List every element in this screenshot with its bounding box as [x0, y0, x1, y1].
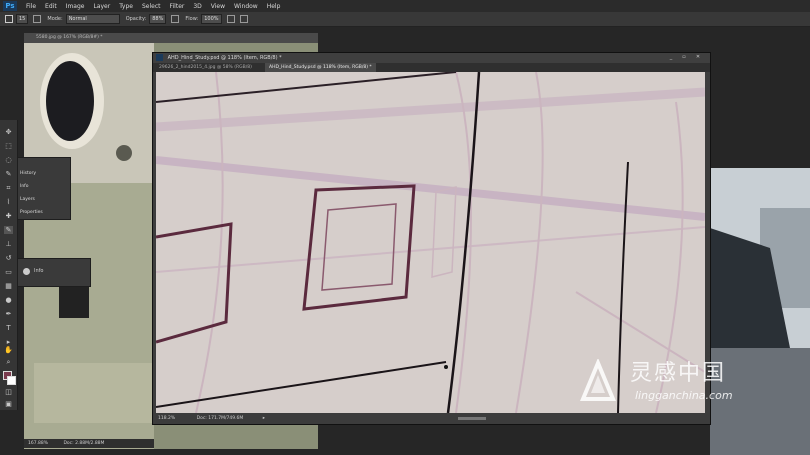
airbrush-icon[interactable] [226, 15, 235, 23]
quick-select-tool-icon[interactable]: ✎ [4, 170, 13, 178]
brush-preset-icon[interactable] [5, 15, 13, 23]
status-menu-arrow-icon[interactable]: ▸ [263, 416, 265, 421]
minimize-icon[interactable]: _ [667, 54, 675, 61]
scrollbar-thumb[interactable] [458, 417, 486, 420]
reference-doc-size: Doc: 2.88M/2.88M [63, 441, 105, 446]
reference-status-bar: 167.88% Doc: 2.88M/2.88M [24, 439, 154, 448]
panel-item-history[interactable]: History [20, 168, 68, 179]
menu-type[interactable]: Type [119, 3, 133, 10]
screen-mode-icon[interactable]: ▣ [4, 400, 13, 408]
close-icon[interactable]: ✕ [694, 54, 702, 61]
photoshop-logo-icon: Ps [3, 1, 17, 11]
eyedropper-tool-icon[interactable]: ⌇ [4, 198, 13, 206]
zoom-tool-icon[interactable]: ⌕ [4, 358, 13, 366]
history-brush-tool-icon[interactable]: ↺ [4, 254, 13, 262]
ps-doc-icon [156, 54, 163, 61]
pressure-size-icon[interactable] [239, 15, 248, 23]
info-icon [23, 268, 30, 275]
tools-panel: ✥ ⬚ ◌ ✎ ⌗ ⌇ ✚ ✎ ⊥ ↺ ▭ ▦ ● ✒ T ▸ ✋ ⌕ ◫ ▣ [0, 120, 18, 410]
eraser-tool-icon[interactable]: ▭ [4, 268, 13, 276]
dodge-tool-icon[interactable]: ● [4, 296, 13, 304]
panel-item-layers[interactable]: Layers [20, 194, 68, 205]
options-bar: 15 Mode: Normal Opacity: 88% Flow: 100% [0, 12, 810, 27]
mode-label: Mode: [47, 16, 63, 22]
watermark: 灵感中国 lingganchina.com [575, 355, 795, 415]
brush-tool-icon[interactable]: ✎ [4, 226, 13, 234]
document-tabs: 29626_2_hind2015_4.jpg @ 58% (RGB/8) AHD… [153, 63, 710, 72]
background-color-swatch[interactable] [7, 376, 16, 385]
info-panel-label: Info [34, 268, 44, 274]
pen-tool-icon[interactable]: ✒ [4, 310, 13, 318]
brush-panel-icon[interactable] [33, 15, 42, 23]
zoom-level[interactable]: 118.2% [158, 416, 175, 421]
main-window-title: AHD_Hind_Study.psd @ 118% (Item, RGB/8) … [167, 55, 282, 61]
watermark-url-text: lingganchina.com [635, 389, 733, 402]
info-panel[interactable]: Info [17, 258, 91, 287]
quick-mask-icon[interactable]: ◫ [4, 388, 13, 396]
watermark-chinese-text: 灵感中国 [630, 361, 727, 386]
menu-view[interactable]: View [211, 3, 225, 10]
brush-size-field[interactable]: 15 [16, 14, 29, 24]
menu-window[interactable]: Window [234, 3, 258, 10]
type-tool-icon[interactable]: T [4, 324, 13, 332]
tab-hind-study[interactable]: AHD_Hind_Study.psd @ 118% (Item, RGB/8) … [265, 63, 376, 72]
crop-tool-icon[interactable]: ⌗ [4, 184, 13, 192]
panel-item-info[interactable]: Info [20, 181, 68, 192]
main-window-titlebar[interactable]: AHD_Hind_Study.psd @ 118% (Item, RGB/8) … [153, 53, 710, 63]
menu-layer[interactable]: Layer [93, 3, 110, 10]
opacity-field[interactable]: 88% [149, 14, 167, 24]
reference-zoom-level[interactable]: 167.88% [28, 441, 48, 446]
maximize-icon[interactable]: ▫ [680, 54, 688, 61]
hand-tool-icon[interactable]: ✋ [4, 346, 13, 354]
document-size: Doc: 171.7M/749.6M [196, 416, 244, 421]
tab-reference-jpg[interactable]: 29626_2_hind2015_4.jpg @ 58% (RGB/8) [155, 63, 256, 72]
pressure-opacity-icon[interactable] [171, 15, 180, 23]
menu-select[interactable]: Select [142, 3, 161, 10]
mode-select[interactable]: Normal [65, 14, 120, 24]
flow-field[interactable]: 100% [201, 14, 222, 24]
panel-item-properties[interactable]: Properties [20, 207, 68, 218]
gradient-tool-icon[interactable]: ▦ [4, 282, 13, 290]
menu-image[interactable]: Image [66, 3, 85, 10]
menu-help[interactable]: Help [267, 3, 281, 10]
reference-window-title: 5580.jpg @ 167% (RGB/8#) * [24, 33, 318, 43]
lasso-tool-icon[interactable]: ◌ [4, 156, 13, 164]
opacity-label: Opacity: [125, 16, 147, 22]
healing-tool-icon[interactable]: ✚ [4, 212, 13, 220]
marquee-tool-icon[interactable]: ⬚ [4, 142, 13, 150]
menu-edit[interactable]: Edit [45, 3, 57, 10]
flow-label: Flow: [185, 16, 199, 22]
menu-bar: Ps File Edit Image Layer Type Select Fil… [0, 0, 810, 12]
path-select-tool-icon[interactable]: ▸ [4, 338, 13, 346]
menu-file[interactable]: File [26, 3, 36, 10]
menu-3d[interactable]: 3D [193, 3, 201, 10]
watermark-logo-icon [580, 359, 616, 401]
stamp-tool-icon[interactable]: ⊥ [4, 240, 13, 248]
panel-group: History Info Layers Properties [17, 157, 71, 220]
menu-filter[interactable]: Filter [170, 3, 185, 10]
move-tool-icon[interactable]: ✥ [4, 128, 13, 136]
